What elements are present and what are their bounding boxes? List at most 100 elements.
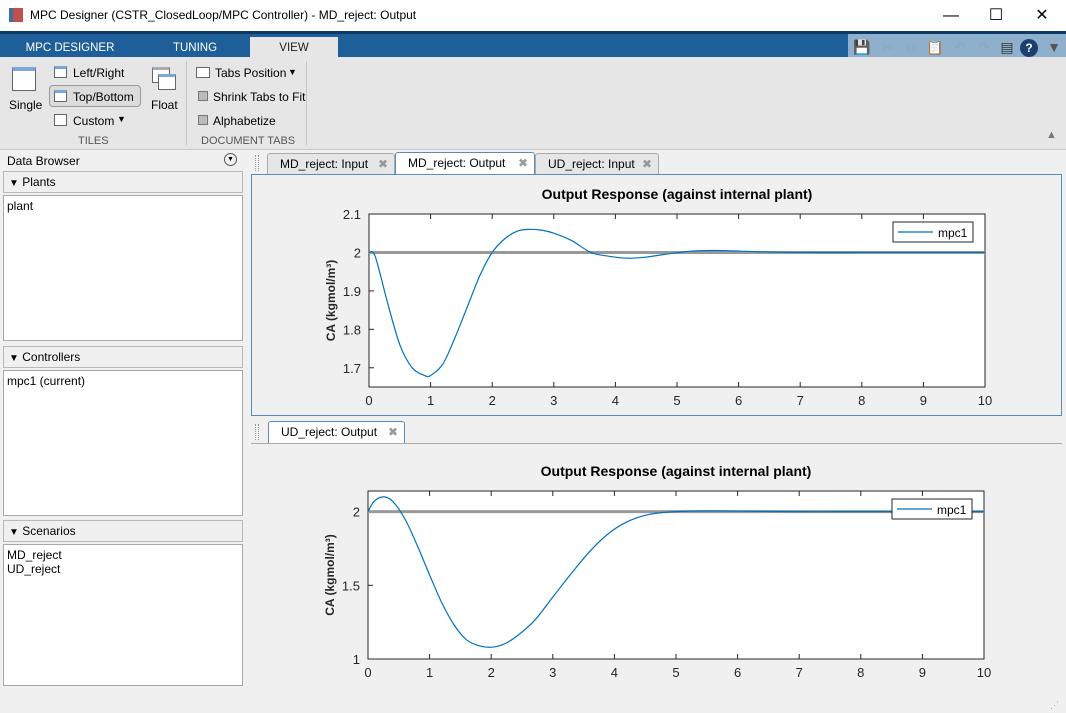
x-tick-label: 4	[612, 393, 619, 408]
x-tick-label: 2	[489, 393, 496, 408]
list-item[interactable]: mpc1 (current)	[7, 374, 239, 388]
document-tabs-section-label: DOCUMENT TABS	[201, 135, 296, 147]
controllers-header[interactable]: ▼ Controllers	[3, 346, 243, 368]
collapse-icon: ▼	[9, 527, 19, 538]
chart-title: Output Response (against internal plant)	[541, 463, 812, 479]
y-tick-label: 1.7	[343, 361, 361, 376]
help-icon[interactable]: ?	[1020, 39, 1038, 57]
list-item[interactable]: UD_reject	[7, 562, 239, 576]
scenarios-header[interactable]: ▼ Scenarios	[3, 520, 243, 542]
y-tick-label: 2	[353, 505, 360, 520]
y-tick-label: 1	[353, 652, 360, 667]
x-tick-label: 8	[858, 393, 865, 408]
x-tick-label: 1	[427, 393, 434, 408]
tab-ud-reject-input[interactable]: UD_reject: Input ✖	[535, 153, 659, 175]
close-tab-icon[interactable]: ✖	[518, 156, 528, 170]
collapse-icon: ▼	[9, 178, 19, 189]
alphabetize-label[interactable]: Alphabetize	[213, 114, 276, 128]
cut-icon[interactable]: ✂	[878, 39, 896, 57]
y-tick-label: 1.5	[342, 578, 360, 593]
list-item[interactable]: plant	[7, 199, 239, 213]
view-toolstrip: Single Left/Right Top/Bottom Custom ▼ Fl…	[0, 57, 1066, 150]
document-group-bottom: UD_reject: Output ✖ Output Response (agai…	[249, 420, 1065, 686]
save-icon[interactable]: 💾	[853, 39, 871, 57]
x-tick-label: 3	[550, 393, 557, 408]
custom-button[interactable]: Custom	[73, 114, 114, 128]
x-tick-label: 10	[978, 393, 992, 408]
paste-icon[interactable]: 📋	[926, 39, 944, 57]
float-button[interactable]: Float	[151, 98, 178, 112]
x-tick-label: 6	[734, 665, 741, 680]
data-browser: Data Browser ▼ ▼ Plants plant ▼ Controll…	[0, 151, 246, 687]
custom-grid-icon	[54, 114, 67, 126]
top-bottom-icon	[54, 90, 67, 102]
plot-panel: Output Response (against internal plant)…	[251, 443, 1062, 686]
output-response-chart[interactable]: Output Response (against internal plant)…	[252, 175, 1062, 416]
shrink-tabs-label[interactable]: Shrink Tabs to Fit	[213, 90, 305, 104]
plot-panel: Output Response (against internal plant)…	[251, 174, 1062, 416]
x-tick-label: 10	[977, 665, 991, 680]
x-axis-label: Time (seconds)	[625, 684, 727, 686]
x-tick-label: 2	[488, 665, 495, 680]
tab-md-reject-input[interactable]: MD_reject: Input ✖	[267, 153, 395, 175]
y-axis-label: CA (kgmol/m³)	[323, 534, 337, 616]
single-button[interactable]: Single	[9, 98, 42, 112]
collapse-icon: ▼	[9, 353, 19, 364]
x-tick-label: 6	[735, 393, 742, 408]
options-dropdown-icon[interactable]: ▼	[1045, 39, 1063, 57]
output-response-chart[interactable]: Output Response (against internal plant)…	[251, 444, 1062, 686]
tab-md-reject-output[interactable]: MD_reject: Output ✖	[395, 152, 535, 175]
collapse-ribbon-icon[interactable]: ▲	[1046, 129, 1057, 141]
title-bar: MPC Designer (CSTR_ClosedLoop/MPC Contro…	[0, 0, 1066, 31]
legend-label: mpc1	[938, 226, 968, 240]
scenarios-list: MD_reject UD_reject	[3, 544, 243, 686]
close-button[interactable]: ✕	[1019, 0, 1065, 31]
document-group-top: MD_reject: Input ✖ MD_reject: Output ✖ UD_…	[249, 151, 1065, 416]
shrink-tabs-checkbox[interactable]	[198, 91, 208, 101]
window-layout-icon[interactable]: ▤	[998, 39, 1016, 57]
y-tick-label: 1.9	[343, 284, 361, 299]
tiles-section-label: TILES	[78, 135, 109, 147]
resize-grip[interactable]: ⋰	[1050, 700, 1059, 711]
plants-header[interactable]: ▼ Plants	[3, 171, 243, 193]
top-bottom-label: Top/Bottom	[73, 90, 134, 104]
y-tick-label: 2	[354, 245, 361, 260]
single-icon[interactable]	[12, 67, 36, 91]
y-tick-label: 1.8	[343, 322, 361, 337]
copy-icon[interactable]: ⧉	[902, 39, 920, 57]
tabs-position-button[interactable]: Tabs Position	[215, 66, 286, 80]
scenarios-label: Scenarios	[22, 524, 76, 538]
data-browser-title: Data Browser	[7, 154, 80, 168]
y-axis-label: CA (kgmol/m³)	[324, 260, 338, 342]
tab-label: MD_reject: Output	[408, 156, 506, 170]
alphabetize-checkbox[interactable]	[198, 115, 208, 125]
drag-handle[interactable]	[255, 155, 259, 171]
ribbon-tabs: MPC DESIGNER TUNING VIEW 💾 ✂ ⧉ 📋 ↶ ↷ ▤ ?…	[0, 31, 1066, 60]
x-tick-label: 1	[426, 665, 433, 680]
close-tab-icon[interactable]: ✖	[642, 157, 652, 171]
plants-label: Plants	[22, 175, 56, 189]
x-tick-label: 7	[796, 665, 803, 680]
redo-icon[interactable]: ↷	[975, 39, 993, 57]
x-tick-label: 0	[365, 393, 372, 408]
drag-handle[interactable]	[255, 424, 259, 440]
maximize-button[interactable]: ☐	[973, 0, 1019, 31]
close-tab-icon[interactable]: ✖	[378, 157, 388, 171]
app-icon	[9, 8, 23, 22]
undo-icon[interactable]: ↶	[951, 39, 969, 57]
x-tick-label: 7	[797, 393, 804, 408]
minimize-button[interactable]: —	[928, 0, 974, 31]
chevron-down-icon: ▼	[288, 67, 297, 77]
browser-options-icon[interactable]: ▼	[224, 153, 237, 166]
controllers-label: Controllers	[22, 350, 81, 364]
legend-label: mpc1	[937, 503, 967, 517]
x-tick-label: 3	[549, 665, 556, 680]
x-tick-label: 9	[920, 393, 927, 408]
window-title: MPC Designer (CSTR_ClosedLoop/MPC Contro…	[30, 8, 417, 22]
left-right-button[interactable]: Left/Right	[73, 66, 124, 80]
tab-ud-reject-output[interactable]: UD_reject: Output ✖	[268, 421, 405, 444]
chart-title: Output Response (against internal plant)	[542, 186, 813, 202]
close-tab-icon[interactable]: ✖	[388, 425, 398, 439]
tabs-position-icon	[196, 67, 210, 78]
list-item[interactable]: MD_reject	[7, 548, 239, 562]
